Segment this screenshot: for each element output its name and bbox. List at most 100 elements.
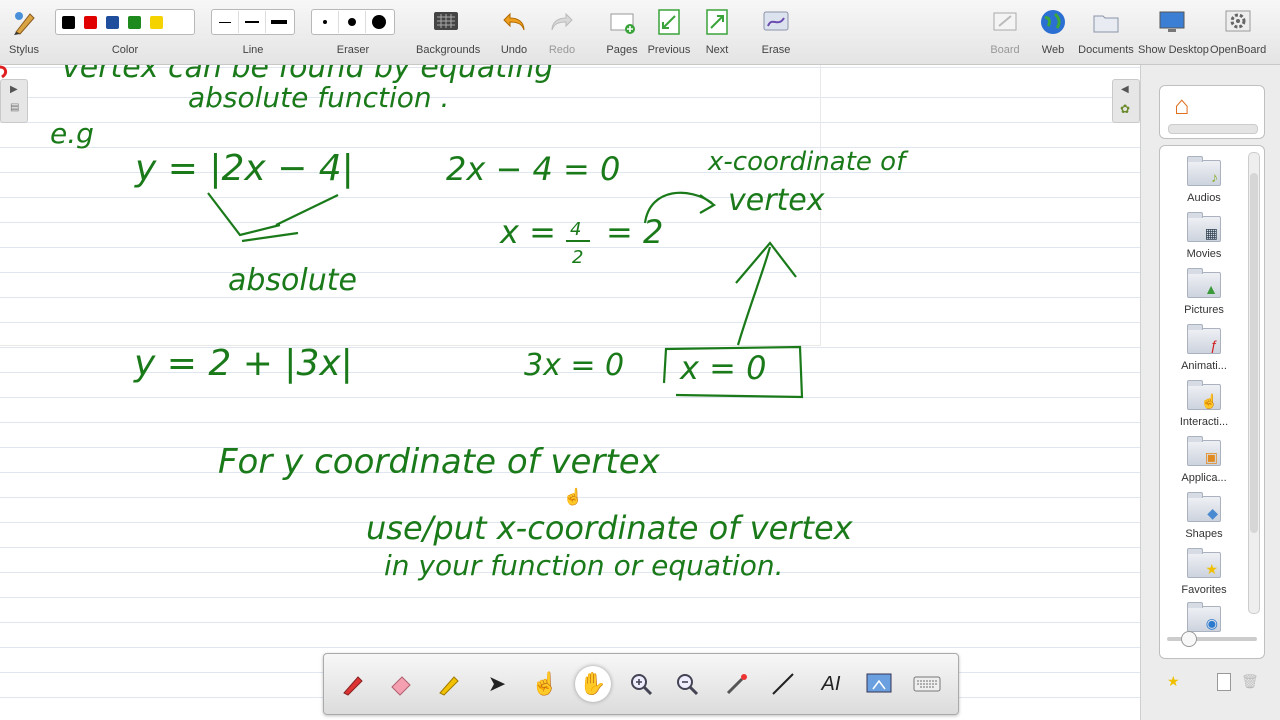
previous-button[interactable]: Previous <box>646 0 692 64</box>
trash-icon[interactable]: 🗑 <box>1241 673 1259 690</box>
color-black[interactable] <box>62 15 75 29</box>
stylus-button[interactable]: Stylus <box>4 0 44 64</box>
zoom-slider[interactable] <box>1167 631 1257 647</box>
eraser-tool[interactable] <box>384 668 418 700</box>
color-blue[interactable] <box>106 15 119 29</box>
redo-label: Redo <box>548 44 576 56</box>
library-scrollbar[interactable] <box>1248 152 1260 614</box>
line-tool[interactable] <box>766 668 800 700</box>
line-label: Line <box>242 44 264 56</box>
text-icon: AI <box>821 672 841 695</box>
openboard-button[interactable]: OpenBoard <box>1210 0 1266 64</box>
eraser-group: Eraser <box>311 0 395 64</box>
library-item-favorites[interactable]: ★ Favorites <box>1166 548 1242 596</box>
text-vertex: vertex <box>728 183 825 218</box>
color-red[interactable] <box>84 15 97 29</box>
library-item-label: Animati... <box>1181 360 1227 372</box>
gear-icon <box>1225 10 1251 32</box>
highlighter-tool[interactable] <box>432 668 466 700</box>
text-eq5: 3x = 0 <box>524 348 624 383</box>
pages-button[interactable]: Pages <box>602 0 642 64</box>
eraser-large[interactable] <box>366 11 392 33</box>
home-scrollbar[interactable] <box>1168 124 1258 134</box>
text-tool[interactable]: AI <box>814 668 848 700</box>
web-button[interactable]: Web <box>1034 0 1072 64</box>
color-yellow[interactable] <box>150 15 163 29</box>
show-desktop-label: Show Desktop <box>1138 44 1209 56</box>
pages-label: Pages <box>606 44 638 56</box>
library-item-web[interactable]: ◉ <box>1166 602 1242 632</box>
keyboard-tool[interactable] <box>910 668 944 700</box>
laser-pointer-tool[interactable] <box>720 668 754 700</box>
hand-cursor-icon: ☝ <box>563 489 583 506</box>
documents-button[interactable]: Documents <box>1078 0 1134 64</box>
erase-icon <box>763 11 789 31</box>
undo-button[interactable]: Undo <box>495 0 533 64</box>
stylus-palette: ➤ ☝ ✋ AI <box>323 653 959 715</box>
library-item-label: Pictures <box>1184 304 1224 316</box>
movies-folder-icon: ▦ <box>1187 212 1221 242</box>
openboard-label: OpenBoard <box>1210 44 1267 56</box>
library-item-audios[interactable]: ♪ Audios <box>1166 156 1242 204</box>
eraser-medium[interactable] <box>339 11 366 33</box>
library-scrollbar-thumb[interactable] <box>1250 173 1258 533</box>
eraser-size-picker <box>311 9 395 35</box>
library-item-pictures[interactable]: ▲ Pictures <box>1166 268 1242 316</box>
favorite-star-icon[interactable]: ★ <box>1167 673 1180 690</box>
library-item-applications[interactable]: ▣ Applica... <box>1166 436 1242 484</box>
text-eq3b: = 2 <box>606 213 663 251</box>
select-tool[interactable]: ➤ <box>480 668 514 700</box>
library-home-box: ⌂ <box>1159 85 1265 139</box>
text-eq3den: 2 <box>572 247 583 268</box>
line-thin[interactable] <box>212 11 239 33</box>
board-button[interactable]: Board <box>985 0 1025 64</box>
highlighter-icon <box>439 676 459 696</box>
backgrounds-label: Backgrounds <box>416 44 481 56</box>
home-icon[interactable]: ⌂ <box>1174 90 1190 121</box>
library-item-movies[interactable]: ▦ Movies <box>1166 212 1242 260</box>
library-item-interactivities[interactable]: ☝ Interacti... <box>1166 380 1242 428</box>
library-item-label: Movies <box>1186 248 1222 260</box>
line-group: Line <box>211 0 295 64</box>
erase-button[interactable]: Erase <box>756 0 796 64</box>
web-label: Web <box>1041 44 1065 56</box>
top-toolbar: Stylus Color Line Eraser Backgrounds Und… <box>0 0 1280 65</box>
backgrounds-button[interactable]: Backgrounds <box>416 0 481 64</box>
animations-folder-icon: ƒ <box>1187 324 1221 354</box>
line-thick[interactable] <box>266 11 292 33</box>
capture-tool[interactable] <box>862 668 896 700</box>
zoom-slider-thumb[interactable] <box>1181 631 1197 647</box>
next-label: Next <box>705 44 729 56</box>
line-width-picker <box>211 9 295 35</box>
monitor-icon <box>1159 11 1185 32</box>
favorites-folder-icon: ★ <box>1187 548 1221 578</box>
pen-tool[interactable] <box>336 668 370 700</box>
eraser-small[interactable] <box>312 11 339 33</box>
redo-button[interactable]: Redo <box>543 0 581 64</box>
zoom-out-tool[interactable] <box>670 668 704 700</box>
previous-page-icon <box>658 9 680 35</box>
new-page-icon[interactable] <box>1217 673 1231 691</box>
color-label: Color <box>111 44 139 56</box>
line-medium[interactable] <box>239 11 266 33</box>
interact-tool[interactable]: ☝ <box>528 668 562 700</box>
color-group: Color <box>55 0 195 64</box>
text-xcoord: x-coordinate of <box>707 147 909 177</box>
library-item-animations[interactable]: ƒ Animati... <box>1166 324 1242 372</box>
stylus-icon <box>14 12 35 35</box>
library-item-label: Shapes <box>1185 528 1223 540</box>
applications-folder-icon: ▣ <box>1187 436 1221 466</box>
color-green[interactable] <box>128 15 141 29</box>
backgrounds-icon <box>434 12 458 30</box>
library-item-label: Favorites <box>1181 584 1227 596</box>
show-desktop-button[interactable]: Show Desktop <box>1138 0 1209 64</box>
handwriting-layer: vertex can be found by equating absolute… <box>0 65 909 582</box>
next-button[interactable]: Next <box>698 0 736 64</box>
text-absolute: absolute <box>228 263 357 298</box>
audios-folder-icon: ♪ <box>1187 156 1221 186</box>
library-item-shapes[interactable]: ◆ Shapes <box>1166 492 1242 540</box>
whiteboard-canvas[interactable]: ▶ ▤ ◀ ✿ vertex can be found by equating … <box>0 65 1140 720</box>
zoom-in-tool[interactable] <box>624 668 658 700</box>
hand-tool[interactable]: ✋ <box>575 666 611 702</box>
text-boxed: x = 0 <box>679 349 766 387</box>
